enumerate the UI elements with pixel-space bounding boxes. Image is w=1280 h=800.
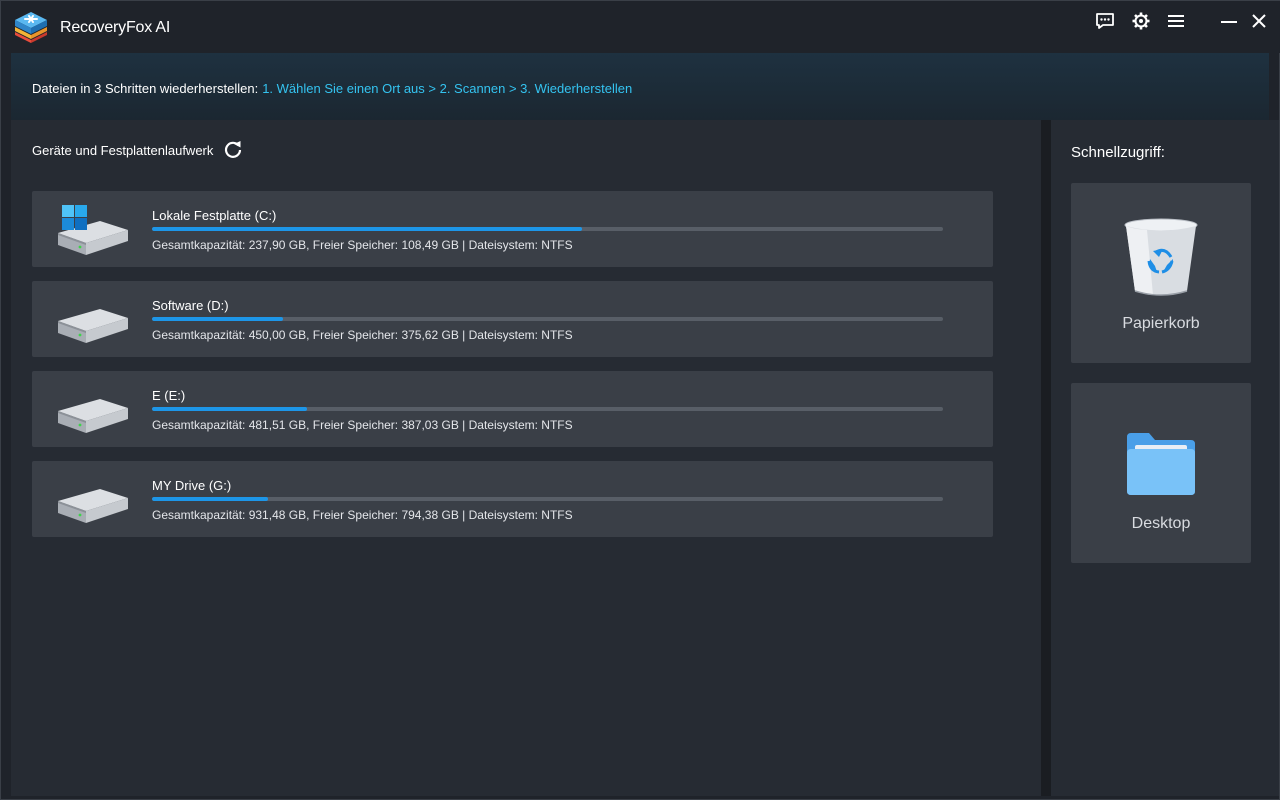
drive-info: Gesamtkapazität: 931,48 GB, Freier Speic…	[152, 508, 573, 522]
drive-info: Gesamtkapazität: 481,51 GB, Freier Speic…	[152, 418, 573, 432]
quick-access-desktop[interactable]: Desktop	[1071, 383, 1251, 563]
drive-name: Software (D:)	[152, 298, 229, 313]
title-bar: RecoveryFox AI	[1, 1, 1280, 53]
minimize-icon	[1221, 21, 1237, 23]
close-icon	[1252, 14, 1266, 28]
folder-icon	[1127, 433, 1195, 495]
devices-title: Geräte und Festplattenlaufwerk	[32, 143, 214, 158]
drive-usage-bar	[152, 497, 943, 501]
quick-access-label: Desktop	[1131, 515, 1191, 532]
settings-icon	[1132, 12, 1150, 30]
drive-usage-fill	[152, 227, 583, 231]
close-button[interactable]	[1244, 10, 1274, 32]
recycle-bin-icon	[1124, 218, 1198, 296]
menu-button[interactable]	[1161, 10, 1191, 32]
quick-access-recycle-bin[interactable]: Papierkorb	[1071, 183, 1251, 363]
steps-prefix: Dateien in 3 Schritten wiederherstellen:	[32, 81, 259, 96]
drive-usage-fill	[152, 317, 283, 321]
steps-highlight: 1. Wählen Sie einen Ort aus > 2. Scannen…	[262, 81, 633, 96]
drive-usage-bar	[152, 317, 943, 321]
quick-access-label: Papierkorb	[1122, 315, 1200, 332]
devices-panel: Geräte und Festplattenlaufwerk Lokale Fe…	[11, 120, 1041, 796]
quick-access-panel: Schnellzugriff: Papierkorb Desktop	[1051, 120, 1279, 796]
drive-usage-fill	[152, 407, 308, 411]
feedback-icon	[1096, 13, 1114, 29]
feedback-button[interactable]	[1090, 10, 1120, 32]
drive-usage-fill	[152, 497, 269, 501]
drive-icon	[58, 489, 128, 523]
menu-icon	[1168, 15, 1184, 27]
drive-info: Gesamtkapazität: 237,90 GB, Freier Speic…	[152, 238, 573, 252]
settings-button[interactable]	[1126, 10, 1156, 32]
drive-item-c[interactable]: Lokale Festplatte (C:) Gesamtkapazität: …	[32, 191, 993, 267]
minimize-button[interactable]	[1214, 10, 1244, 32]
drive-icon	[58, 399, 128, 433]
app-title: RecoveryFox AI	[60, 19, 171, 36]
windows-drive-icon	[58, 205, 128, 255]
refresh-icon[interactable]	[223, 139, 243, 159]
steps-banner: Dateien in 3 Schritten wiederherstellen:…	[11, 53, 1269, 120]
drive-item-d[interactable]: Software (D:) Gesamtkapazität: 450,00 GB…	[32, 281, 993, 357]
app-logo-icon	[15, 12, 47, 43]
steps-text: Dateien in 3 Schritten wiederherstellen:…	[32, 81, 632, 96]
panel-divider	[1041, 120, 1051, 796]
drive-usage-bar	[152, 407, 943, 411]
drive-item-g[interactable]: MY Drive (G:) Gesamtkapazität: 931,48 GB…	[32, 461, 993, 537]
app-window: RecoveryFox AI Dateien in 3 Schritten wi…	[0, 0, 1280, 800]
drive-name: Lokale Festplatte (C:)	[152, 208, 277, 223]
drive-name: MY Drive (G:)	[152, 478, 232, 493]
drive-item-e[interactable]: E (E:) Gesamtkapazität: 481,51 GB, Freie…	[32, 371, 993, 447]
drive-info: Gesamtkapazität: 450,00 GB, Freier Speic…	[152, 328, 573, 342]
drive-name: E (E:)	[152, 388, 186, 403]
quick-access-title: Schnellzugriff:	[1071, 144, 1165, 161]
drive-usage-bar	[152, 227, 943, 231]
drive-icon	[58, 309, 128, 343]
